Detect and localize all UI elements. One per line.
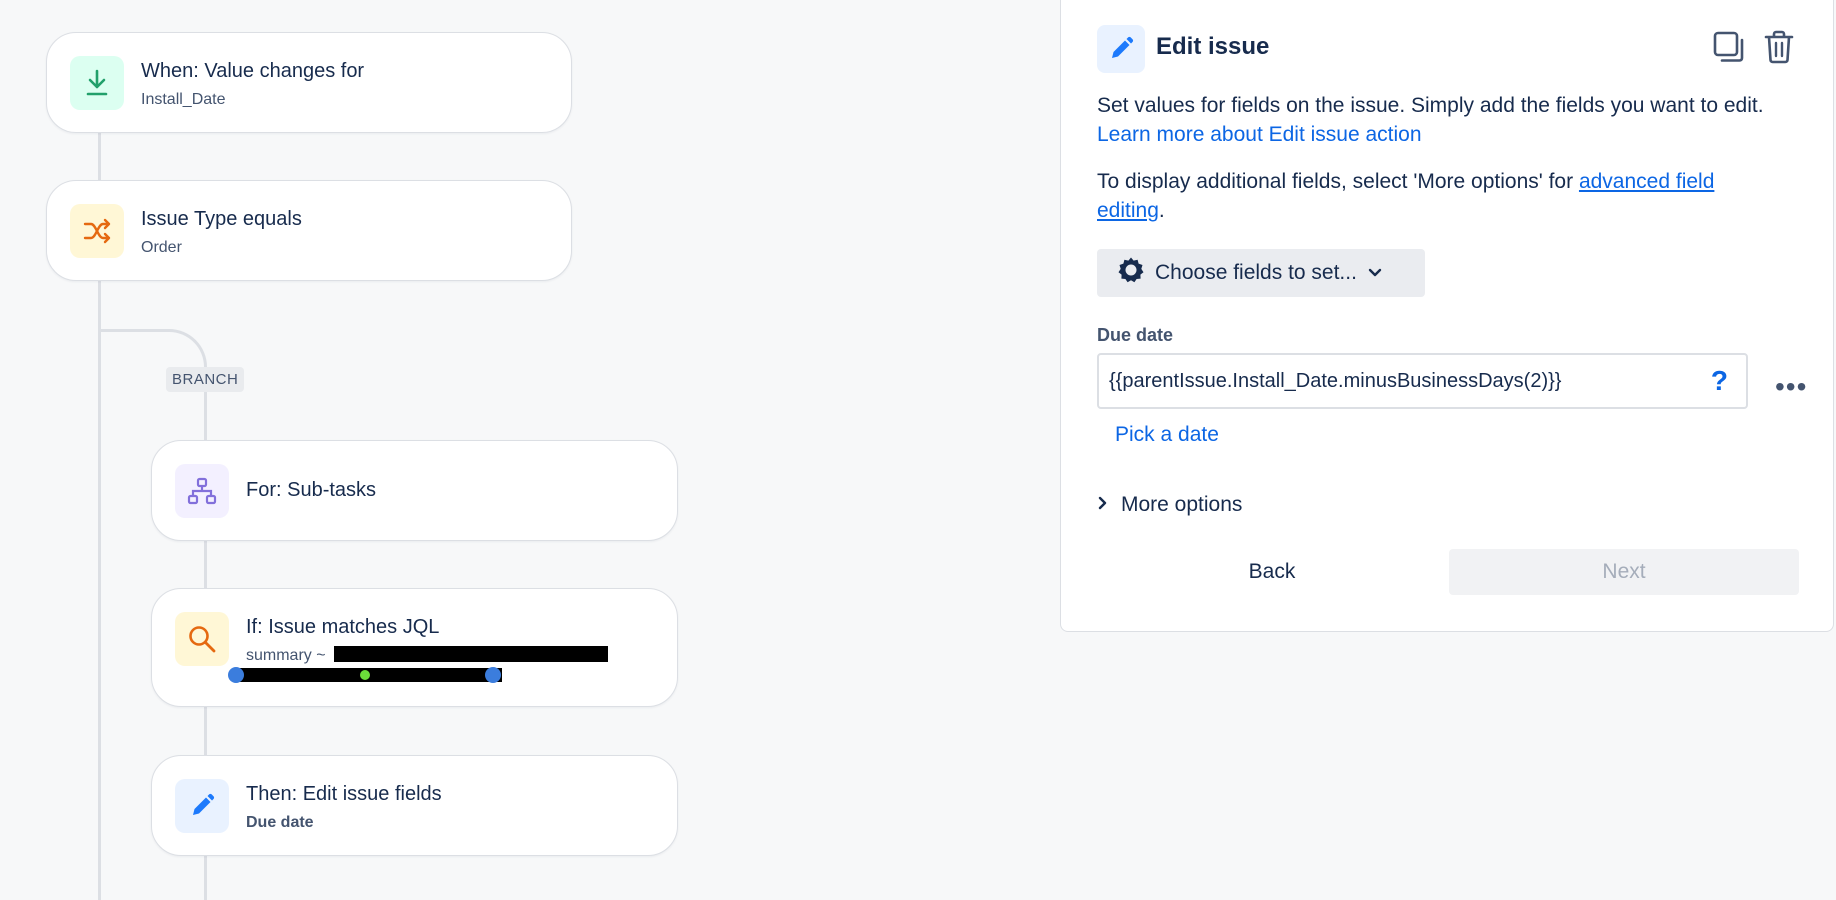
due-date-value: {{parentIssue.Install_Date.minusBusiness…	[1109, 369, 1562, 392]
shuffle-icon	[70, 204, 124, 258]
more-actions-icon[interactable]: •••	[1775, 371, 1807, 403]
selection-handle[interactable]	[485, 667, 501, 683]
jql-query-prefix: summary ~	[246, 647, 326, 664]
trigger-field: Install_Date	[141, 91, 226, 108]
branch-label: BRANCH	[166, 367, 245, 392]
jql-condition-card[interactable]: If: Issue matches JQL summary ~	[151, 588, 678, 707]
help-icon[interactable]: ?	[1711, 365, 1728, 397]
rule-canvas: When: Value changes for Install_Date Iss…	[0, 0, 1060, 900]
connector-line	[204, 855, 207, 900]
pencil-icon	[1097, 25, 1145, 73]
back-button[interactable]: Back	[1097, 549, 1447, 595]
gear-icon	[1117, 256, 1145, 290]
next-button[interactable]: Next	[1449, 549, 1799, 595]
advanced-editing-hint: To display additional fields, select 'Mo…	[1097, 167, 1787, 225]
connector-line	[204, 540, 207, 588]
due-date-input[interactable]: {{parentIssue.Install_Date.minusBusiness…	[1097, 353, 1748, 409]
due-date-label: Due date	[1097, 325, 1174, 345]
branch-card[interactable]: For: Sub-tasks	[151, 440, 678, 541]
chevron-down-icon	[1367, 261, 1383, 285]
condition-value: Order	[141, 239, 182, 256]
jql-title: If: Issue matches JQL	[246, 616, 440, 638]
action-card[interactable]: Then: Edit issue fields Due date	[151, 755, 678, 856]
trigger-title: When: Value changes for	[141, 60, 365, 82]
connector-line	[98, 132, 101, 182]
description-text: Set values for fields on the issue. Simp…	[1097, 94, 1764, 117]
choose-fields-button[interactable]: Choose fields to set...	[1097, 249, 1425, 297]
more-options-label: More options	[1121, 493, 1243, 516]
connector-line	[204, 706, 207, 756]
pick-a-date-link[interactable]: Pick a date	[1115, 423, 1219, 447]
hint-period: .	[1158, 199, 1165, 222]
search-icon	[175, 612, 229, 666]
hint-text: To display additional fields, select 'Mo…	[1097, 170, 1574, 193]
learn-more-link[interactable]: Learn more about Edit issue action	[1097, 123, 1422, 146]
condition-card[interactable]: Issue Type equals Order	[46, 180, 572, 281]
panel-description: Set values for fields on the issue. Simp…	[1097, 91, 1787, 149]
pencil-icon	[175, 779, 229, 833]
connector-line	[98, 281, 101, 900]
choose-fields-label: Choose fields to set...	[1155, 261, 1357, 284]
edit-issue-panel: Edit issue Set values for fields on the …	[1060, 0, 1834, 632]
panel-actions	[1711, 27, 1797, 67]
trash-icon[interactable]	[1761, 27, 1797, 67]
selection-midpoint	[360, 670, 370, 680]
condition-title: Issue Type equals	[141, 208, 302, 230]
download-icon	[70, 56, 124, 110]
chevron-right-icon	[1097, 493, 1109, 517]
action-field: Due date	[246, 814, 314, 831]
selection-handle[interactable]	[228, 667, 244, 683]
hierarchy-icon	[175, 464, 229, 518]
duplicate-icon[interactable]	[1711, 27, 1747, 67]
panel-title: Edit issue	[1156, 33, 1270, 60]
trigger-card[interactable]: When: Value changes for Install_Date	[46, 32, 572, 133]
redacted-query-line-1	[334, 646, 608, 662]
branch-title: For: Sub-tasks	[246, 479, 377, 501]
more-options-toggle[interactable]: More options	[1097, 493, 1242, 517]
action-title: Then: Edit issue fields	[246, 783, 442, 805]
